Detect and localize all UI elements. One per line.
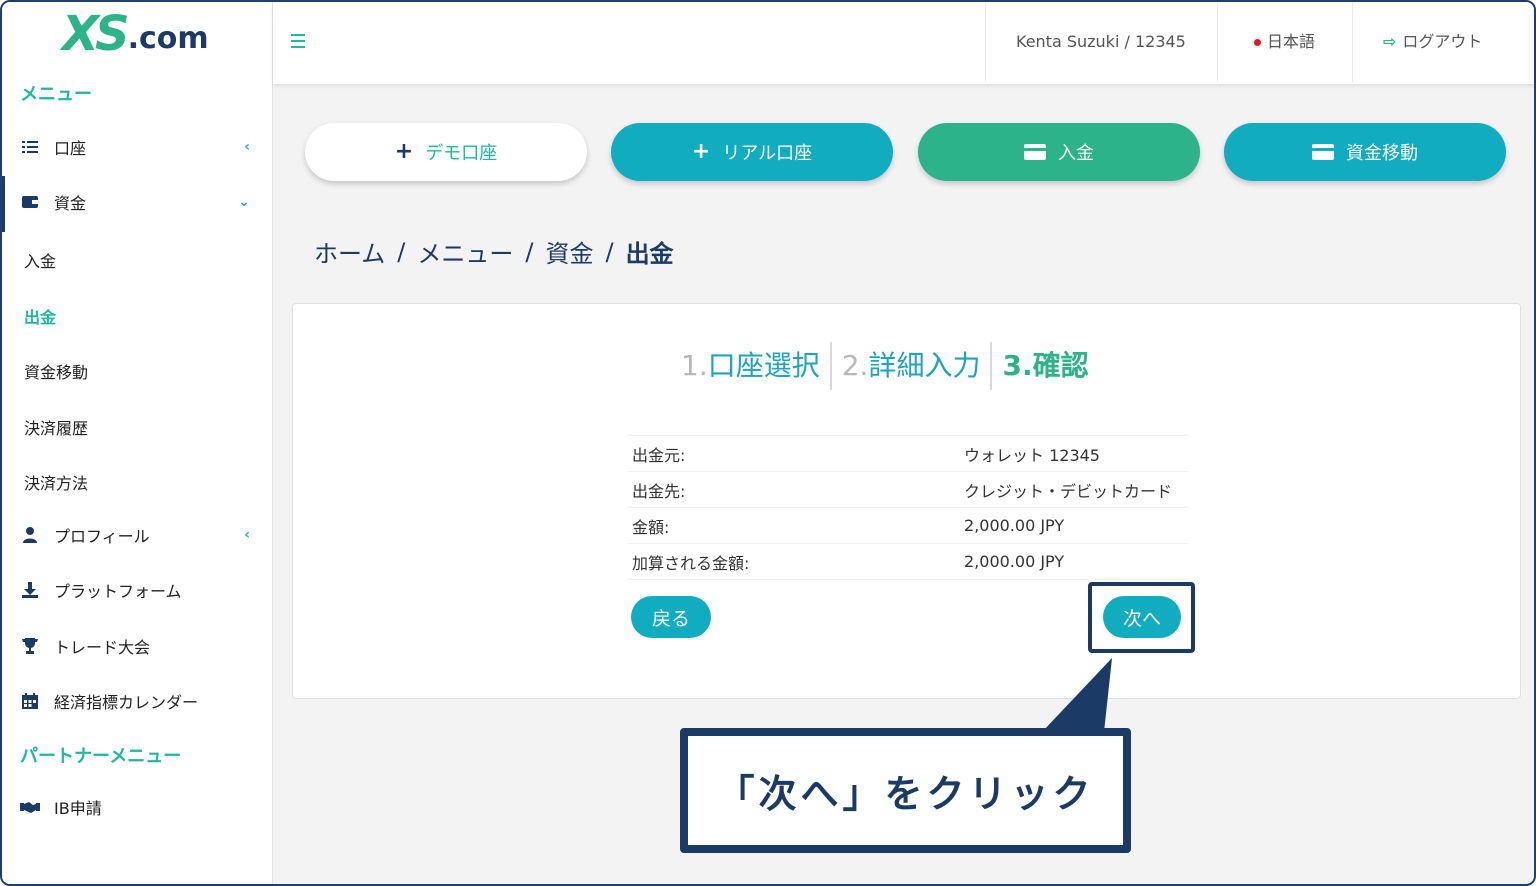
step-number: 3. (1002, 349, 1033, 382)
handshake-icon (20, 800, 40, 814)
table-row: 加算される金額: 2,000.00 JPY (628, 544, 1188, 580)
language-label: 日本語 (1267, 32, 1316, 51)
withdrawal-card: 1.口座選択 2.詳細入力 3.確認 出金元: ウォレット 12345 出金先:… (292, 303, 1521, 699)
sidebar-sub-withdraw[interactable]: 出金 (24, 304, 56, 328)
sidebar-item-profile[interactable]: プロフィール ‹ (20, 518, 260, 552)
logout-icon: ⇨ (1383, 32, 1397, 51)
step-number: 2. (841, 349, 869, 382)
chevron-left-icon: ‹ (244, 527, 250, 543)
credit-card-icon (1024, 144, 1046, 160)
confirmation-table: 出金元: ウォレット 12345 出金先: クレジット・デビットカード 金額: … (628, 435, 1188, 580)
breadcrumb-current: 出金 (625, 240, 674, 268)
fund-transfer-button[interactable]: 資金移動 (1224, 123, 1506, 181)
step-confirmation: 3.確認 (990, 342, 1098, 390)
row-value: 2,000.00 JPY (964, 552, 1065, 571)
user-icon (20, 527, 40, 543)
instruction-callout: 「次へ」をクリック (680, 728, 1131, 853)
sidebar: XS .com メニュー 口座 ‹ 資金 ⌄ 入金 出金 資金移動 決済履歴 決… (2, 2, 273, 884)
sidebar-item-contest[interactable]: トレード大会 (20, 629, 260, 663)
breadcrumb-separator: / (605, 237, 614, 266)
breadcrumb-menu[interactable]: メニュー (417, 234, 513, 269)
table-row: 出金元: ウォレット 12345 (628, 436, 1188, 472)
breadcrumb-funds[interactable]: 資金 (545, 234, 593, 269)
logo-xs: XS (62, 6, 130, 62)
app-window: XS .com メニュー 口座 ‹ 資金 ⌄ 入金 出金 資金移動 決済履歴 決… (0, 0, 1536, 886)
demo-account-label: デモ口座 (425, 143, 498, 164)
credit-card-icon (1312, 144, 1334, 160)
sidebar-sub-methods[interactable]: 決済方法 (24, 470, 88, 494)
sidebar-item-label: 口座 (54, 139, 87, 158)
row-value: ウォレット 12345 (964, 445, 1100, 465)
chevron-left-icon: ‹ (244, 139, 250, 155)
sidebar-item-calendar[interactable]: 経済指標カレンダー (20, 684, 260, 718)
fund-transfer-label: 資金移動 (1346, 143, 1418, 164)
row-key: 金額: (632, 517, 670, 537)
top-bar: Kenta Suzuki / 12345 日本語 ⇨ ログアウト (273, 2, 1534, 84)
step-label: 確認 (1032, 349, 1089, 382)
partner-menu-heading: パートナーメニュー (20, 746, 182, 767)
language-selector[interactable]: 日本語 (1217, 2, 1352, 82)
user-info: Kenta Suzuki / 12345 (985, 2, 1186, 82)
sidebar-item-account[interactable]: 口座 ‹ (20, 130, 260, 164)
real-account-button[interactable]: + リアル口座 (611, 123, 893, 181)
sidebar-item-label: IB申請 (54, 799, 102, 818)
sidebar-item-label: 資金 (54, 194, 87, 213)
xs-logo[interactable]: XS .com (62, 8, 209, 58)
real-account-label: リアル口座 (722, 143, 813, 164)
chevron-down-icon: ⌄ (238, 194, 250, 210)
step-details-input: 2.詳細入力 (829, 342, 991, 390)
menu-heading: メニュー (20, 84, 92, 105)
demo-account-button[interactable]: + デモ口座 (305, 123, 587, 181)
row-key: 加算される金額: (632, 553, 750, 573)
logout-label: ログアウト (1402, 32, 1483, 51)
table-row: 金額: 2,000.00 JPY (628, 508, 1188, 544)
deposit-label: 入金 (1058, 143, 1094, 164)
deposit-button[interactable]: 入金 (918, 123, 1200, 181)
calendar-icon (20, 693, 40, 709)
row-value: 2,000.00 JPY (964, 516, 1065, 535)
sidebar-item-ib-application[interactable]: IB申請 (20, 790, 260, 824)
step-number: 1. (681, 349, 708, 382)
breadcrumb-home[interactable]: ホーム (314, 234, 385, 269)
trophy-icon (20, 638, 40, 654)
step-label: 口座選択 (707, 349, 820, 382)
sidebar-item-label: プラットフォーム (54, 582, 182, 601)
row-value: クレジット・デビットカード (964, 481, 1173, 501)
logout-button[interactable]: ⇨ ログアウト (1352, 2, 1482, 82)
step-account-selection: 1.口座選択 (671, 342, 830, 390)
back-button[interactable]: 戻る (631, 596, 711, 638)
wallet-icon (20, 195, 40, 209)
next-button-highlight (1088, 582, 1195, 653)
row-key: 出金元: (632, 445, 686, 465)
sidebar-item-label: プロフィール (54, 527, 150, 546)
sidebar-sub-history[interactable]: 決済履歴 (24, 415, 88, 439)
step-label: 詳細入力 (868, 349, 981, 382)
breadcrumb: ホーム / メニュー / 資金 / 出金 (314, 234, 674, 269)
sidebar-item-platform[interactable]: プラットフォーム (20, 573, 260, 607)
hamburger-menu-icon[interactable] (291, 34, 305, 48)
breadcrumb-separator: / (525, 237, 534, 266)
breadcrumb-separator: / (397, 237, 406, 266)
sidebar-sub-deposit[interactable]: 入金 (24, 248, 56, 272)
japan-flag-icon (1254, 39, 1261, 46)
sidebar-sub-transfer[interactable]: 資金移動 (24, 359, 88, 383)
sidebar-item-funds[interactable]: 資金 ⌄ (20, 185, 260, 219)
step-indicator: 1.口座選択 2.詳細入力 3.確認 (671, 342, 1099, 390)
plus-icon: + (394, 139, 414, 164)
row-key: 出金先: (632, 481, 686, 501)
table-row: 出金先: クレジット・デビットカード (628, 472, 1188, 508)
sidebar-item-label: トレード大会 (54, 638, 151, 657)
active-indicator (2, 176, 5, 232)
sidebar-item-label: 経済指標カレンダー (54, 693, 199, 712)
plus-icon: + (691, 139, 711, 164)
download-icon (20, 582, 40, 598)
logo-com: .com (127, 21, 209, 56)
list-icon (20, 140, 40, 154)
